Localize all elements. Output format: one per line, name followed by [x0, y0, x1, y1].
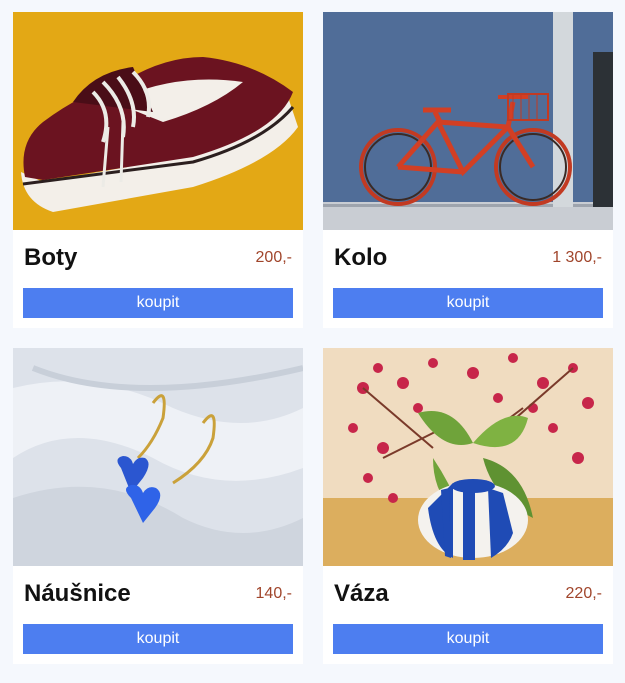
- buy-button[interactable]: koupit: [23, 624, 293, 654]
- bicycle-image: [323, 12, 613, 230]
- product-price: 1 300,-: [552, 249, 602, 266]
- product-price: 140,-: [255, 585, 292, 602]
- product-name: Náušnice: [24, 580, 131, 607]
- vase-image: [323, 348, 613, 566]
- product-image: [13, 348, 303, 566]
- product-image: [323, 348, 613, 566]
- product-card: Kolo 1 300,- koupit: [323, 12, 613, 328]
- product-card: Boty 200,- koupit: [13, 12, 303, 328]
- product-card: Váza 220,- koupit: [323, 348, 613, 664]
- product-name: Kolo: [334, 244, 388, 271]
- product-image: [323, 12, 613, 230]
- buy-button[interactable]: koupit: [333, 288, 603, 318]
- product-price: 220,-: [565, 585, 602, 602]
- product-grid: Boty 200,- koupit Kolo 1 300,- koupit Ná…: [0, 0, 625, 683]
- product-price: 200,-: [255, 249, 292, 266]
- product-card: Náušnice 140,- koupit: [13, 348, 303, 664]
- product-name: Boty: [24, 244, 78, 271]
- buy-button[interactable]: koupit: [23, 288, 293, 318]
- earrings-image: [13, 348, 303, 566]
- product-name: Váza: [334, 580, 389, 607]
- sneaker-image: [13, 12, 303, 230]
- buy-button[interactable]: koupit: [333, 624, 603, 654]
- product-image: [13, 12, 303, 230]
